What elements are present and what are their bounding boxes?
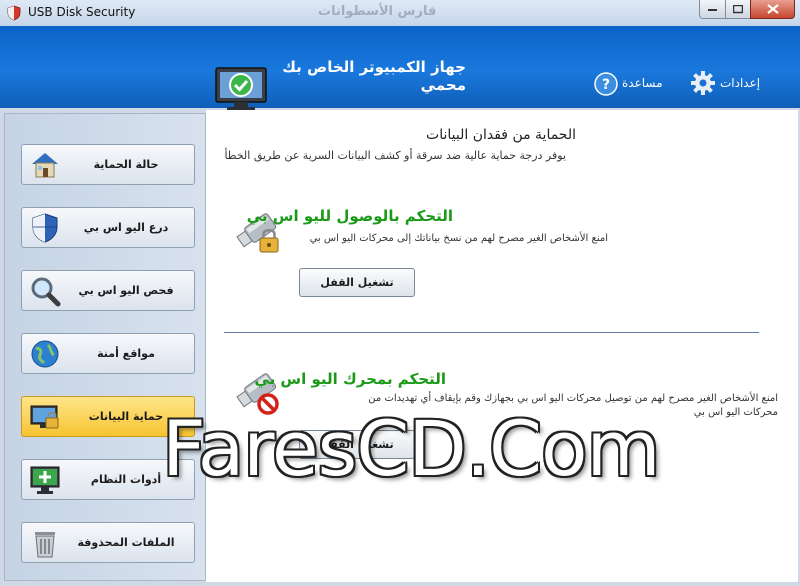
close-button[interactable] <box>750 0 795 19</box>
shield-icon <box>32 213 58 243</box>
sidebar-item-usb-shield[interactable]: درع اليو اس بي <box>21 207 195 248</box>
help-link[interactable]: مساعدة <box>622 76 663 90</box>
sidebar-item-label: فحص اليو اس بي <box>78 284 174 297</box>
sidebar-item-label: مواقع أمنة <box>97 347 155 360</box>
magnifier-icon <box>31 277 61 307</box>
trash-icon <box>35 532 55 558</box>
maximize-icon <box>733 4 743 13</box>
system-tools-icon <box>30 466 60 494</box>
enable-lock-button[interactable]: تشغيل القفل <box>299 268 415 297</box>
sidebar-item-protection-status[interactable]: حالة الحماية <box>21 144 195 185</box>
usb-access-control-title: التحكم بالوصول لليو اس بي <box>246 207 453 225</box>
background-window-title: فارس الأسطوانات <box>318 4 437 19</box>
usb-access-control-description: امنع الأشخاص الغير مصرح لهم من نسخ بيانا… <box>309 233 608 244</box>
gear-icon[interactable] <box>690 70 716 96</box>
main-content: الحماية من فقدان البيانات يوفر درجة حماي… <box>206 110 798 582</box>
title-bar: USB Disk Security فارس الأسطوانات <box>0 0 800 27</box>
section-divider <box>224 332 759 333</box>
minimize-button[interactable] <box>699 0 726 19</box>
sidebar-item-deleted-files[interactable]: الملفات المحذوفة <box>21 522 195 563</box>
close-icon <box>766 4 779 14</box>
sidebar-item-label: الملفات المحذوفة <box>77 536 175 549</box>
data-protection-icon <box>30 405 59 429</box>
section-title: الحماية من فقدان البيانات <box>426 127 576 143</box>
settings-link[interactable]: إعدادات <box>720 76 760 90</box>
globe-icon <box>31 340 59 368</box>
sidebar-item-usb-scan[interactable]: فحص اليو اس بي <box>21 270 195 311</box>
app-header: جهاز الكمبيوتر الخاص بك محمي ? مساعدة إع… <box>0 26 800 111</box>
sidebar-item-label: درع اليو اس بي <box>83 221 169 234</box>
usb-drive-control-title: التحكم بمحرك اليو اس بي <box>254 370 446 388</box>
watermark-text: FaresCD.Com <box>162 404 661 493</box>
window-title: USB Disk Security <box>28 5 136 19</box>
house-icon <box>32 153 58 178</box>
sidebar: حالة الحماية درع اليو اس بي فحص اليو اس … <box>4 113 206 581</box>
section-description: يوفر درجة حماية عالية ضد سرقة أو كشف الب… <box>224 149 566 162</box>
sidebar-item-label: حالة الحماية <box>93 158 159 171</box>
protection-status-title: جهاز الكمبيوتر الخاص بك محمي <box>282 58 466 94</box>
minimize-icon <box>707 9 717 11</box>
sidebar-item-safe-sites[interactable]: مواقع أمنة <box>21 333 195 374</box>
maximize-button[interactable] <box>725 0 751 19</box>
help-icon[interactable]: ? <box>594 72 618 96</box>
svg-text:?: ? <box>602 77 610 93</box>
protected-computer-icon <box>215 67 267 111</box>
app-shield-icon <box>7 5 21 21</box>
